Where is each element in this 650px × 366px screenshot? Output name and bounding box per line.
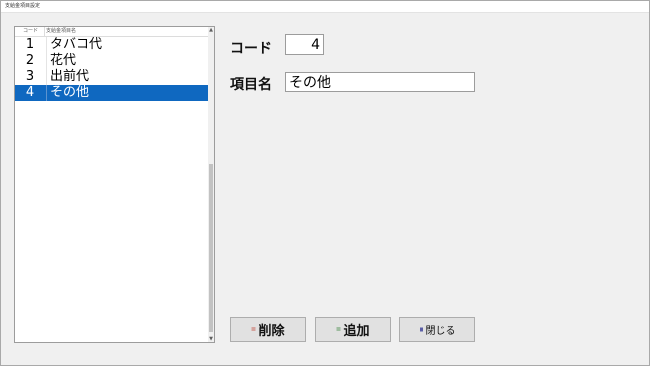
scroll-down-arrow-icon[interactable]: ▼ xyxy=(208,336,214,342)
delete-icon xyxy=(251,327,256,332)
app-window: 支給金項目設定 コード 支給金項目名 1 タバコ代 2 花代 3 出前代 4 そ… xyxy=(0,0,650,366)
close-icon xyxy=(419,327,424,332)
row-name: タバコ代 xyxy=(50,37,103,52)
scroll-thumb[interactable] xyxy=(209,164,213,332)
row-name: 花代 xyxy=(50,53,77,68)
item-list[interactable]: コード 支給金項目名 1 タバコ代 2 花代 3 出前代 4 その他 ▲ ▼ xyxy=(14,26,215,343)
list-body: 1 タバコ代 2 花代 3 出前代 4 その他 xyxy=(15,37,210,101)
item-name-field[interactable] xyxy=(285,72,475,92)
row-name: 出前代 xyxy=(50,69,90,84)
list-row-1[interactable]: 1 タバコ代 xyxy=(15,37,210,53)
list-row-2[interactable]: 2 花代 xyxy=(15,53,210,69)
row-name: その他 xyxy=(50,85,90,100)
item-name-label: 項目名 xyxy=(230,77,272,93)
column-header-code[interactable]: コード xyxy=(17,27,45,36)
close-button-label: 閉じる xyxy=(425,326,456,337)
list-scrollbar[interactable]: ▲ ▼ xyxy=(208,27,214,342)
title-bar: 支給金項目設定 xyxy=(1,1,649,13)
code-field[interactable] xyxy=(285,34,324,55)
column-divider xyxy=(46,53,47,69)
delete-button[interactable]: 削除 xyxy=(230,317,306,342)
add-button-label: 追加 xyxy=(343,324,370,339)
row-code: 2 xyxy=(25,53,35,68)
list-row-3[interactable]: 3 出前代 xyxy=(15,69,210,85)
close-button[interactable]: 閉じる xyxy=(399,317,475,342)
add-button[interactable]: 追加 xyxy=(315,317,391,342)
row-code: 4 xyxy=(25,85,35,100)
delete-button-label: 削除 xyxy=(258,324,285,339)
code-label: コード xyxy=(230,41,272,57)
window-title: 支給金項目設定 xyxy=(5,3,41,9)
list-header: コード 支給金項目名 xyxy=(15,27,208,37)
scroll-up-arrow-icon[interactable]: ▲ xyxy=(208,27,214,33)
column-divider xyxy=(46,69,47,85)
row-code: 3 xyxy=(25,69,35,84)
add-icon xyxy=(336,327,341,332)
column-header-name[interactable]: 支給金項目名 xyxy=(46,27,76,36)
list-row-4-selected[interactable]: 4 その他 xyxy=(15,85,210,101)
column-divider xyxy=(46,37,47,53)
row-code: 1 xyxy=(25,37,35,52)
column-divider xyxy=(46,85,47,101)
